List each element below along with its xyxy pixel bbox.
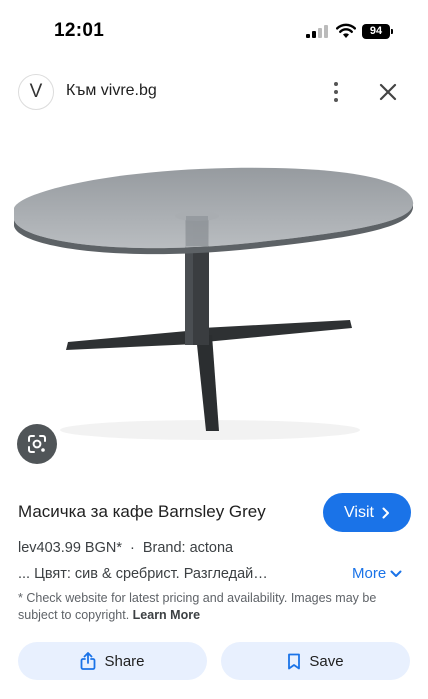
status-bar: 12:01 94 <box>0 0 428 62</box>
visit-button[interactable]: Visit <box>323 493 411 532</box>
more-label: More <box>352 565 387 582</box>
google-lens-button[interactable] <box>17 424 57 464</box>
site-logo[interactable]: V <box>18 74 54 110</box>
share-button[interactable]: Share <box>18 642 207 680</box>
product-image[interactable] <box>0 130 428 480</box>
product-price: lev403.99 BGN* <box>18 540 122 556</box>
battery-tip <box>391 29 393 34</box>
share-label: Share <box>104 652 145 670</box>
product-description: ... Цвят: сив & сребрист. Разгледай… <box>18 566 268 582</box>
cellular-signal-icon <box>306 25 328 38</box>
share-icon <box>81 652 96 670</box>
google-lens-icon <box>28 435 46 453</box>
product-title[interactable]: Масичка за кафе Barnsley Grey <box>18 502 266 522</box>
disclaimer: * Check website for latest pricing and a… <box>18 590 413 624</box>
status-time: 12:01 <box>54 20 105 41</box>
bookmark-icon <box>288 653 301 669</box>
meta-separator: · <box>129 540 135 556</box>
battery-indicator: 94 <box>362 24 390 39</box>
more-button[interactable]: More <box>352 565 402 582</box>
viewer-header: V Към vivre.bg <box>0 70 428 114</box>
product-brand: Brand: actona <box>142 540 234 556</box>
close-icon[interactable] <box>376 80 400 104</box>
learn-more-link[interactable]: Learn More <box>133 608 200 622</box>
save-label: Save <box>309 652 344 670</box>
visit-label: Visit <box>344 503 374 521</box>
chevron-right-icon <box>382 507 389 518</box>
save-button[interactable]: Save <box>221 642 410 680</box>
more-vert-icon[interactable] <box>324 80 348 104</box>
site-link[interactable]: Към vivre.bg <box>66 82 157 100</box>
chevron-down-icon <box>390 570 402 577</box>
product-meta: lev403.99 BGN* · Brand: actona <box>18 540 233 556</box>
wifi-icon <box>336 23 356 38</box>
